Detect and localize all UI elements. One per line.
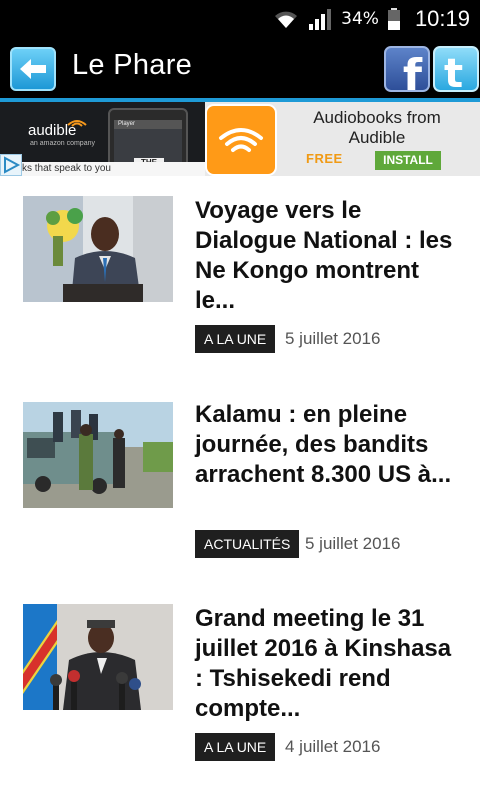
battery-icon bbox=[387, 8, 400, 30]
ad-creative[interactable]: audible an amazon company Player THE GIR… bbox=[0, 102, 205, 176]
signal-icon bbox=[309, 9, 332, 30]
ad-phone-label: Player bbox=[118, 121, 136, 127]
clock: 10:19 bbox=[414, 6, 470, 31]
twitter-icon: t bbox=[444, 51, 464, 92]
article-thumbnail[interactable] bbox=[23, 604, 173, 710]
category-badge[interactable]: ACTUALITÉS bbox=[195, 530, 300, 558]
police-truck-street-image bbox=[23, 402, 173, 508]
back-arrow-icon bbox=[20, 59, 46, 79]
battery-percent: 34% bbox=[341, 9, 379, 29]
article-date: 5 juillet 2016 bbox=[285, 329, 381, 348]
speaker-with-flag-microphones-image bbox=[23, 604, 173, 710]
ad-free-label: FREE bbox=[306, 151, 343, 166]
app-bar: Le Phare f t bbox=[0, 38, 480, 98]
audible-app-icon[interactable] bbox=[205, 104, 277, 176]
ad-install-button[interactable]: INSTALL bbox=[375, 151, 441, 170]
article-thumbnail[interactable] bbox=[23, 402, 173, 508]
article-item[interactable]: Voyage vers le Dialogue National : les N… bbox=[0, 196, 480, 356]
app-title: Le Phare bbox=[72, 49, 193, 81]
status-bar: 34% 10:19 bbox=[0, 0, 480, 38]
article-thumbnail[interactable] bbox=[23, 196, 173, 302]
article-title[interactable]: Kalamu : en pleine journée, des bandits … bbox=[195, 400, 465, 490]
category-badge[interactable]: A LA UNE bbox=[195, 325, 276, 353]
adchoices-icon[interactable] bbox=[0, 154, 22, 176]
article-item[interactable]: Grand meeting le 31 juillet 2016 à Kinsh… bbox=[0, 604, 480, 764]
facebook-icon: f bbox=[402, 50, 422, 92]
portrait-man-in-suit-image bbox=[23, 196, 173, 302]
back-button[interactable] bbox=[10, 47, 56, 91]
category-badge[interactable]: A LA UNE bbox=[195, 733, 276, 761]
ad-tagline: ks that speak to you bbox=[22, 163, 111, 174]
article-title[interactable]: Grand meeting le 31 juillet 2016 à Kinsh… bbox=[195, 604, 465, 724]
ad-headline[interactable]: Audiobooks from Audible bbox=[290, 108, 464, 148]
article-date: 4 juillet 2016 bbox=[285, 737, 381, 756]
ad-banner[interactable]: audible an amazon company Player THE GIR… bbox=[0, 102, 480, 176]
article-date: 5 juillet 2016 bbox=[305, 534, 401, 553]
article-title[interactable]: Voyage vers le Dialogue National : les N… bbox=[195, 196, 465, 316]
facebook-button[interactable]: f bbox=[384, 46, 430, 92]
wifi-icon bbox=[275, 11, 298, 28]
ad-tagline-strip: ks that speak to you bbox=[0, 162, 205, 176]
audible-wave-icon bbox=[67, 120, 87, 127]
audible-sub: an amazon company bbox=[30, 140, 95, 147]
article-item[interactable]: Kalamu : en pleine journée, des bandits … bbox=[0, 400, 480, 562]
twitter-button[interactable]: t bbox=[433, 46, 479, 92]
